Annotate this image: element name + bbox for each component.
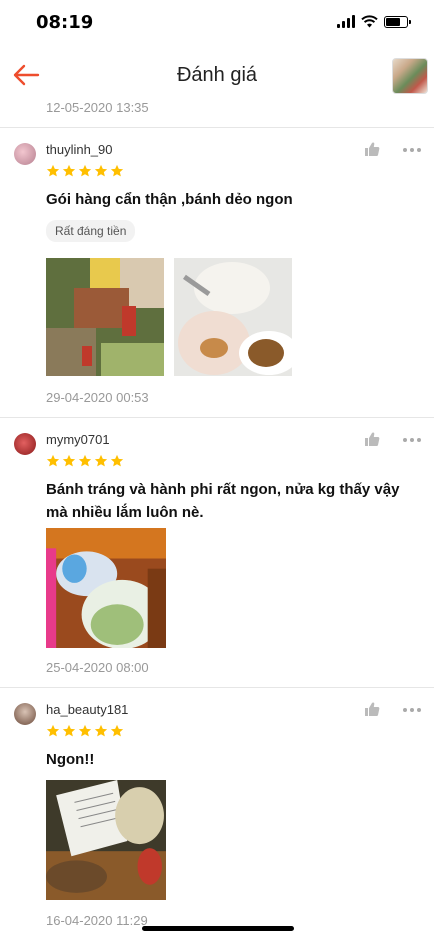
review-photo[interactable] bbox=[174, 258, 292, 376]
avatar[interactable] bbox=[14, 433, 36, 455]
star-icon bbox=[94, 724, 108, 737]
status-time: 08:19 bbox=[36, 12, 94, 33]
review-item: thuylinh_90 Gói hàng cẩn thận ,bánh dẻo … bbox=[0, 127, 434, 417]
avatar[interactable] bbox=[14, 143, 36, 165]
review-username[interactable]: ha_beauty181 bbox=[46, 702, 128, 717]
review-date: 25-04-2020 08:00 bbox=[46, 660, 149, 675]
review-date: 29-04-2020 00:53 bbox=[46, 390, 149, 405]
star-icon bbox=[46, 724, 60, 737]
review-date: 16-04-2020 11:29 bbox=[46, 913, 148, 928]
page-title: Đánh giá bbox=[176, 64, 258, 86]
battery-icon bbox=[384, 15, 411, 28]
star-icon bbox=[46, 164, 60, 177]
more-options-icon[interactable] bbox=[403, 148, 421, 152]
status-icons bbox=[337, 15, 411, 28]
star-icon bbox=[62, 164, 76, 177]
thumbs-up-icon[interactable] bbox=[364, 701, 380, 717]
thumbs-up-icon[interactable] bbox=[364, 141, 380, 157]
review-text: Gói hàng cẩn thận ,bánh dẻo ngon bbox=[46, 191, 293, 208]
review-photo[interactable] bbox=[46, 528, 166, 648]
star-icon bbox=[110, 164, 124, 177]
avatar[interactable] bbox=[14, 703, 36, 725]
star-icon bbox=[62, 454, 76, 467]
review-photo[interactable] bbox=[46, 780, 166, 900]
review-username[interactable]: thuylinh_90 bbox=[46, 142, 113, 157]
status-bar: 08:19 bbox=[0, 0, 434, 46]
wifi-icon bbox=[361, 15, 378, 28]
nav-bar: Đánh giá bbox=[0, 46, 434, 106]
star-icon bbox=[94, 164, 108, 177]
star-icon bbox=[110, 724, 124, 737]
star-icon bbox=[110, 454, 124, 467]
review-item: mymy0701 Bánh tráng và hành phi rất ngon… bbox=[0, 417, 434, 687]
rating-stars bbox=[46, 164, 124, 178]
star-icon bbox=[46, 454, 60, 467]
rating-stars bbox=[46, 454, 124, 468]
star-icon bbox=[94, 454, 108, 467]
star-icon bbox=[62, 724, 76, 737]
review-text: Bánh tráng và hành phi rất ngon, nửa kg … bbox=[46, 481, 400, 521]
star-icon bbox=[78, 454, 92, 467]
signal-icon bbox=[337, 15, 355, 28]
star-icon bbox=[78, 164, 92, 177]
star-icon bbox=[78, 724, 92, 737]
rating-stars bbox=[46, 724, 124, 738]
more-options-icon[interactable] bbox=[403, 438, 421, 442]
review-item: ha_beauty181 Ngon!! 16-04-2020 11:29 bbox=[0, 687, 434, 941]
review-photo[interactable] bbox=[46, 258, 164, 376]
previous-review-date: 12-05-2020 13:35 bbox=[46, 100, 149, 115]
review-text: Ngon!! bbox=[46, 751, 95, 768]
thumbs-up-icon[interactable] bbox=[364, 431, 380, 447]
review-tag: Rất đáng tiền bbox=[46, 220, 136, 242]
home-indicator[interactable] bbox=[142, 926, 294, 931]
product-thumbnail[interactable] bbox=[392, 58, 428, 94]
review-username[interactable]: mymy0701 bbox=[46, 432, 110, 447]
more-options-icon[interactable] bbox=[403, 708, 421, 712]
